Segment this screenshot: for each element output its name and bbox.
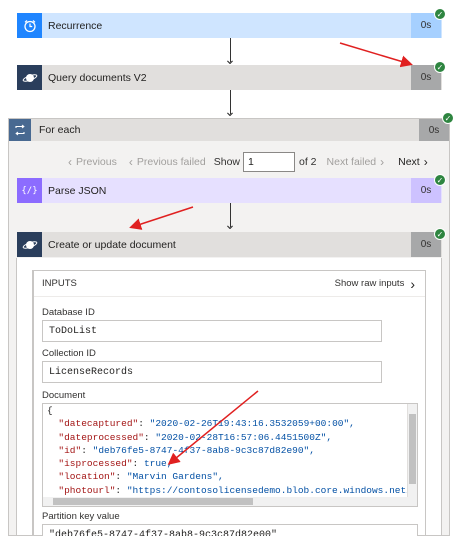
document-label: Document: [42, 390, 86, 401]
step-create-update-document[interactable]: Create or update document 0s: [17, 232, 442, 257]
next-button[interactable]: Next: [398, 156, 420, 168]
json-key: "isprocessed": [58, 458, 133, 470]
iteration-pager: ‹ Previous ‹ Previous failed Show of 2 N…: [68, 152, 428, 172]
success-check-icon: ✓: [434, 228, 446, 240]
document-line: "dateprocessed": "2020-02-28T16:57:06.44…: [43, 431, 417, 444]
step-label: Parse JSON: [48, 184, 107, 197]
vertical-scrollbar[interactable]: [407, 404, 417, 506]
partition-key-field[interactable]: "deb76fe5-8747-4f37-8ab8-9c3c87d82e00": [42, 524, 418, 536]
success-check-icon: ✓: [442, 112, 454, 124]
show-label: Show: [213, 156, 240, 168]
scrollbar-thumb[interactable]: [409, 414, 416, 484]
connector-arrow-icon: ⌄: [224, 52, 236, 68]
json-colon: :: [138, 418, 150, 430]
step-label: Create or update document: [48, 238, 176, 251]
show-raw-inputs-button[interactable]: Show raw inputs: [335, 278, 405, 289]
json-value: "Marvin Gardens",: [126, 471, 224, 483]
json-key: "datecaptured": [58, 418, 139, 430]
planet-icon: [17, 232, 42, 257]
json-key: "location": [58, 471, 116, 483]
inputs-panel: INPUTS Show raw inputs › Database ID ToD…: [32, 270, 426, 536]
json-key: "id": [58, 444, 82, 456]
previous-failed-chevron-icon: ‹: [128, 155, 133, 169]
next-chevron-icon: ›: [423, 155, 428, 169]
json-value: "deb76fe5-8747-4f37-8ab8-9c3c87d82e90",: [92, 444, 315, 456]
json-key: "photourl": [58, 484, 116, 496]
horizontal-scrollbar[interactable]: [43, 497, 409, 506]
document-line: "isprocessed": true,: [43, 457, 417, 470]
page-number-input[interactable]: [243, 152, 295, 172]
chevron-right-icon[interactable]: ›: [410, 276, 415, 292]
inputs-title: INPUTS: [42, 278, 77, 289]
inputs-header: INPUTS Show raw inputs ›: [34, 271, 425, 297]
success-check-icon: ✓: [434, 61, 446, 73]
document-lines: { "datecaptured": "2020-02-26T19:43:16.3…: [43, 404, 417, 506]
document-line: {: [43, 404, 417, 417]
success-check-icon: ✓: [434, 8, 446, 20]
json-colon: :: [81, 444, 93, 456]
json-key: "dateprocessed": [58, 431, 144, 443]
page-count-label: of 2: [299, 156, 317, 168]
database-id-label: Database ID: [42, 307, 95, 318]
step-label: Query documents V2: [48, 71, 147, 84]
clock-icon: [17, 13, 42, 38]
json-colon: :: [143, 431, 156, 443]
planet-icon: [17, 65, 42, 90]
next-failed-button[interactable]: Next failed: [327, 156, 377, 168]
collection-id-label: Collection ID: [42, 348, 96, 359]
json-colon: :: [132, 458, 144, 470]
connector-arrow-icon: ⌄: [224, 217, 236, 233]
previous-failed-button[interactable]: Previous failed: [137, 156, 206, 168]
json-colon: :: [115, 484, 127, 496]
json-value: "https://contosolicensedemo.blob.core.wi…: [126, 484, 418, 496]
previous-chevron-icon: ‹: [68, 155, 72, 169]
step-label: Recurrence: [48, 19, 103, 32]
partition-key-label: Partition key value: [42, 511, 120, 522]
next-failed-chevron-icon: ›: [380, 155, 385, 169]
document-line: "datecaptured": "2020-02-26T19:43:16.353…: [43, 417, 417, 430]
previous-button[interactable]: Previous: [76, 156, 117, 168]
step-query-documents[interactable]: Query documents V2 0s: [17, 65, 442, 90]
step-parse-json[interactable]: {/} Parse JSON 0s: [17, 178, 442, 203]
database-id-field[interactable]: ToDoList: [42, 320, 382, 342]
foreach-label: For each: [39, 124, 81, 136]
loop-icon: [9, 119, 31, 141]
annotation-arrow: [339, 42, 413, 68]
connector-arrow-icon: ⌄: [224, 104, 236, 120]
document-line: "id": "deb76fe5-8747-4f37-8ab8-9c3c87d82…: [43, 444, 417, 457]
step-recurrence[interactable]: Recurrence 0s: [17, 13, 442, 38]
scrollbar-thumb[interactable]: [53, 498, 253, 505]
json-brace: {: [47, 405, 53, 416]
braces-icon: {/}: [17, 178, 42, 203]
document-json-viewer[interactable]: { "datecaptured": "2020-02-26T19:43:16.3…: [42, 403, 418, 507]
json-value: "2020-02-26T19:43:16.3532059+00:00",: [149, 418, 355, 430]
success-check-icon: ✓: [434, 174, 446, 186]
document-line: "photourl": "https://contosolicensedemo.…: [43, 484, 417, 497]
json-value: true,: [143, 458, 173, 470]
json-value: "2020-02-28T16:57:06.4451500Z",: [155, 431, 333, 443]
document-line: "location": "Marvin Gardens",: [43, 470, 417, 483]
foreach-header[interactable]: For each 0s: [9, 119, 449, 141]
collection-id-field[interactable]: LicenseRecords: [42, 361, 382, 383]
json-colon: :: [115, 471, 127, 483]
